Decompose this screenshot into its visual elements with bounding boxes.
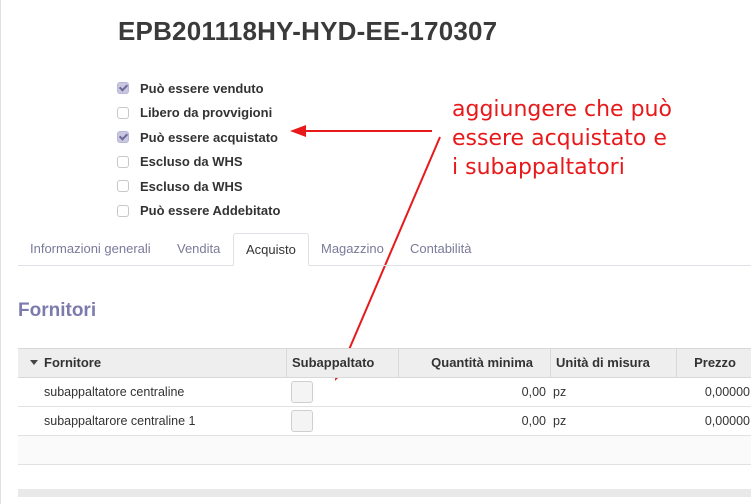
column-header-subcontracted[interactable]: Subappaltato <box>286 349 374 377</box>
option-label: Escluso da WHS <box>140 178 243 194</box>
checkbox[interactable] <box>117 155 129 168</box>
empty-row <box>18 436 751 465</box>
suppliers-table: Fornitore Subappaltato Quantità minima U… <box>18 348 751 465</box>
product-title: EPB201118HY-HYD-EE-170307 <box>118 16 498 46</box>
min-qty: 0,00 <box>521 385 546 399</box>
checkbox[interactable] <box>117 180 129 193</box>
uom: pz <box>553 385 567 399</box>
annotation-line: i subappaltatori <box>452 155 625 180</box>
checkbox[interactable] <box>117 131 129 144</box>
product-options: Può essere venduto Libero da provvigioni… <box>117 76 280 223</box>
sort-down-icon[interactable] <box>30 360 38 365</box>
arrow-to-checkbox <box>290 125 432 137</box>
price: 0,00000 <box>704 414 750 428</box>
option-label: Libero da provvigioni <box>140 105 273 121</box>
column-header-price[interactable]: Prezzo <box>676 349 736 377</box>
annotation-line: essere acquistato e <box>452 126 667 151</box>
supplier-name: subappaltarore centraline 1 <box>44 414 196 428</box>
tab-inventory[interactable]: Magazzino <box>309 233 396 265</box>
column-header-min-qty[interactable]: Quantità minima <box>398 349 533 377</box>
column-header-supplier[interactable]: Fornitore <box>44 349 101 377</box>
checkbox[interactable] <box>117 106 129 119</box>
option-can-be-charged[interactable]: Può essere Addebitato <box>117 199 280 224</box>
option-excluded-whs-2[interactable]: Escluso da WHS <box>117 174 280 199</box>
uom: pz <box>553 414 567 428</box>
supplier-name: subappaltatore centraline <box>44 385 185 399</box>
option-label: Può essere Addebitato <box>140 203 281 219</box>
option-sale-ok[interactable]: Può essere venduto <box>117 76 280 101</box>
subcontracted-checkbox[interactable] <box>291 410 313 432</box>
table-row[interactable]: subappaltatore centraline 0,00 pz 0,0000… <box>18 378 751 407</box>
annotation-line: aggiungere che può <box>452 97 672 122</box>
tab-accounting[interactable]: Contabilità <box>398 233 483 265</box>
subcontracted-checkbox[interactable] <box>291 381 313 403</box>
section-title-suppliers: Fornitori <box>18 300 97 321</box>
horizontal-scrollbar[interactable] <box>18 489 751 497</box>
column-header-uom[interactable]: Unità di misura <box>550 349 650 377</box>
option-purchase-ok[interactable]: Può essere acquistato <box>117 125 280 150</box>
checkbox[interactable] <box>117 82 129 95</box>
option-label: Può essere venduto <box>140 80 264 96</box>
checkbox[interactable] <box>117 204 129 217</box>
annotation-note: aggiungere che può essere acquistato e i… <box>452 95 672 182</box>
option-commission-free[interactable]: Libero da provvigioni <box>117 101 280 126</box>
tab-sales[interactable]: Vendita <box>165 233 232 265</box>
option-label: Escluso da WHS <box>140 154 243 170</box>
window-edge <box>0 0 1 504</box>
form-tabs: Informazioni generali Vendita Acquisto M… <box>18 233 751 266</box>
tab-purchase[interactable]: Acquisto <box>233 233 309 266</box>
price: 0,00000 <box>704 385 750 399</box>
min-qty: 0,00 <box>521 414 546 428</box>
option-label: Può essere acquistato <box>140 129 278 145</box>
table-row[interactable]: subappaltarore centraline 1 0,00 pz 0,00… <box>18 407 751 436</box>
table-header: Fornitore Subappaltato Quantità minima U… <box>18 348 751 378</box>
tab-general-info[interactable]: Informazioni generali <box>18 233 163 265</box>
option-excluded-whs[interactable]: Escluso da WHS <box>117 150 280 175</box>
